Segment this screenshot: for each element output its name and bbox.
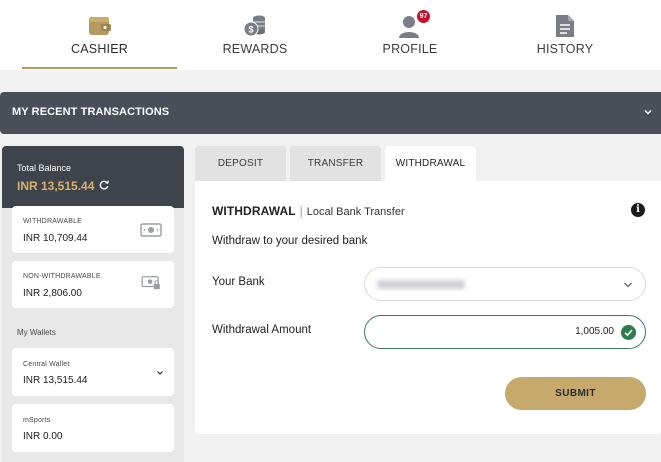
refresh-icon[interactable] [99,180,109,190]
masked-account-number [377,280,465,289]
withdrawable-label: WITHDRAWABLE [23,218,83,225]
tab-transfer[interactable]: TRANSFER [290,146,381,181]
total-balance-label: Total Balance [17,163,72,173]
withdrawal-amount-input[interactable]: 1,005.00 [364,315,646,349]
nav-tab-profile[interactable]: 97 PROFILE [335,0,485,70]
central-wallet-value: INR 13,515.44 [23,375,88,386]
msports-wallet-value: INR 0.00 [23,431,63,442]
tab-withdrawal[interactable]: WITHDRAWAL [385,146,476,181]
active-tab-indicator [22,67,177,69]
profile-notification-badge: 97 [417,10,430,23]
central-wallet-card[interactable]: Central Wallet INR 13,515.44 [12,348,174,396]
withdrawable-card: WITHDRAWABLE INR 10,709.44 [12,206,174,253]
non-withdrawable-card: NON-WITHDRAWABLE INR 2,806.00 [12,261,174,308]
chevron-down-icon [157,371,163,375]
recent-transactions-toggle[interactable]: MY RECENT TRANSACTIONS [0,92,661,134]
non-withdrawable-value: INR 2,806.00 [23,288,82,299]
form-title-main: WITHDRAWAL [212,204,296,218]
nav-label-history: HISTORY [536,42,594,56]
your-bank-label: Your Bank [212,276,265,288]
non-withdrawable-label: NON-WITHDRAWABLE [23,273,101,280]
document-icon [556,15,574,37]
form-title: WITHDRAWAL | Local Bank Transfer [212,204,405,218]
form-method: Local Bank Transfer [306,206,405,218]
total-balance-value: INR 13,515.44 [17,179,95,193]
top-navigation: CASHIER $ REWARDS 97 PROFILE HISTORY [0,0,661,70]
info-icon[interactable]: i [631,203,645,217]
tab-deposit[interactable]: DEPOSIT [195,146,286,181]
nav-tab-rewards[interactable]: $ REWARDS [180,0,330,70]
withdrawal-form: WITHDRAWAL | Local Bank Transfer i Withdra… [195,181,661,434]
locked-cash-icon [141,276,160,290]
withdrawal-amount-value: 1,005.00 [575,326,614,337]
msports-wallet-label: mSports [23,417,51,424]
msports-wallet-card: mSports INR 0.00 [12,404,174,452]
bank-select[interactable] [364,267,646,301]
cash-icon [140,223,162,237]
wallet-icon [88,17,111,35]
title-separator: | [299,204,303,218]
nav-tab-cashier[interactable]: CASHIER [22,0,177,70]
svg-text:$: $ [248,25,253,35]
withdrawable-value: INR 10,709.44 [23,233,88,244]
submit-button[interactable]: SUBMIT [505,377,646,410]
form-subtitle: Withdraw to your desired bank [212,235,368,247]
recent-transactions-title: MY RECENT TRANSACTIONS [12,106,170,118]
chevron-down-icon [624,282,632,288]
coins-icon: $ [243,15,265,37]
nav-label-profile: PROFILE [382,42,438,56]
withdrawal-amount-label: Withdrawal Amount [212,324,312,336]
nav-label-rewards: REWARDS [222,42,288,56]
my-wallets-label: My Wallets [17,328,56,337]
nav-label-cashier: CASHIER [71,42,128,56]
chevron-down-icon [644,109,652,115]
wallet-panel: Total Balance INR 13,515.44 WITHDRAWABLE… [2,146,184,462]
central-wallet-label: Central Wallet [23,361,70,368]
total-balance-header: Total Balance INR 13,515.44 [2,146,184,208]
check-icon [621,325,636,340]
nav-tab-history[interactable]: HISTORY [490,0,640,70]
